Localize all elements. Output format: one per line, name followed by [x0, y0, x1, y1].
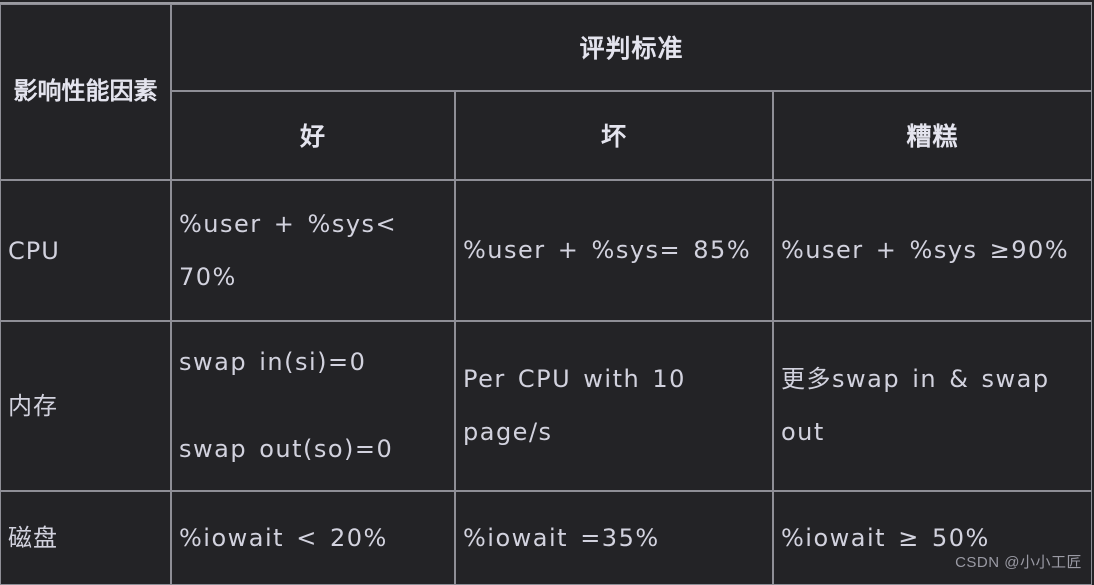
row-cpu-good-value: %user + %sys< 70%: [179, 209, 398, 291]
row-disk-factor-cell: 磁盘: [0, 491, 171, 585]
row-cpu-bad-cell: %user + %sys= 85%: [455, 180, 773, 321]
header-row-top: 影响性能因素 评判标准: [0, 4, 1093, 180]
table-row: CPU %user + %sys< 70% %user + %sys= 85%: [0, 180, 1093, 321]
row-memory-awful-cell: 更多swap in & swap out: [773, 321, 1093, 491]
header-label-bad: 坏: [600, 123, 627, 152]
row-disk-factor-label: 磁盘: [8, 524, 58, 552]
table-body: CPU %user + %sys< 70% %user + %sys= 85%: [0, 180, 1093, 585]
criteria-table-container: 影响性能因素 评判标准 好 坏 糟糕 CPU %user + %sys< 70%…: [0, 2, 1093, 585]
row-cpu-awful-cell: %user + %sys ≥90%: [773, 180, 1093, 321]
header-cell-good: 好: [171, 90, 455, 180]
header-cell-factor: 影响性能因素: [0, 4, 171, 180]
row-disk-bad-value: %iowait =35%: [463, 523, 660, 552]
row-memory-good-cell: swap in(si)=0 swap out(so)=0: [171, 321, 455, 491]
header-cell-awful: 糟糕: [773, 90, 1093, 180]
row-cpu-bad-value: %user + %sys= 85%: [463, 236, 752, 264]
header-label-awful: 糟糕: [906, 123, 959, 152]
row-cpu-factor-label: CPU: [8, 236, 60, 265]
row-disk-awful-cell: %iowait ≥ 50%: [773, 491, 1093, 585]
row-memory-good-spacer: [179, 389, 446, 423]
row-disk-good-cell: %iowait < 20%: [171, 491, 455, 585]
row-memory-bad-value: Per CPU with 10 page/s: [463, 365, 686, 446]
row-memory-factor-cell: 内存: [0, 321, 171, 491]
row-memory-good-line2: swap out(so)=0: [179, 435, 394, 463]
table-row: 内存 swap in(si)=0 swap out(so)=0 Per CPU …: [0, 321, 1093, 491]
header-cell-bad: 坏: [455, 90, 773, 180]
row-cpu-awful-value: %user + %sys ≥90%: [781, 236, 1070, 264]
page-root: 影响性能因素 评判标准 好 坏 糟糕 CPU %user + %sys< 70%…: [0, 0, 1094, 585]
row-disk-awful-value: %iowait ≥ 50%: [781, 523, 990, 552]
row-memory-good-line2-wrap: swap out(so)=0: [179, 423, 446, 476]
row-memory-awful-value: 更多swap in & swap out: [781, 365, 1050, 446]
row-disk-bad-cell: %iowait =35%: [455, 491, 773, 585]
row-memory-factor-label: 内存: [8, 392, 58, 420]
row-disk-good-value: %iowait < 20%: [179, 523, 388, 552]
header-cell-criteria-group: 评判标准: [171, 4, 1093, 91]
header-label-criteria-group: 评判标准: [579, 35, 684, 64]
header-label-good: 好: [299, 123, 326, 152]
header-label-factor: 影响性能因素: [13, 78, 158, 105]
row-cpu-factor-cell: CPU: [0, 180, 171, 321]
table-header: 影响性能因素 评判标准 好 坏 糟糕: [0, 4, 1093, 180]
row-cpu-good-cell: %user + %sys< 70%: [171, 180, 455, 321]
row-memory-good-line1-wrap: swap in(si)=0: [179, 336, 446, 389]
table-row: 磁盘 %iowait < 20% %iowait =35% %iowait ≥ …: [0, 491, 1093, 585]
row-memory-bad-cell: Per CPU with 10 page/s: [455, 321, 773, 491]
performance-criteria-table: 影响性能因素 评判标准 好 坏 糟糕 CPU %user + %sys< 70%…: [0, 4, 1093, 585]
row-memory-good-line1: swap in(si)=0: [179, 348, 367, 376]
